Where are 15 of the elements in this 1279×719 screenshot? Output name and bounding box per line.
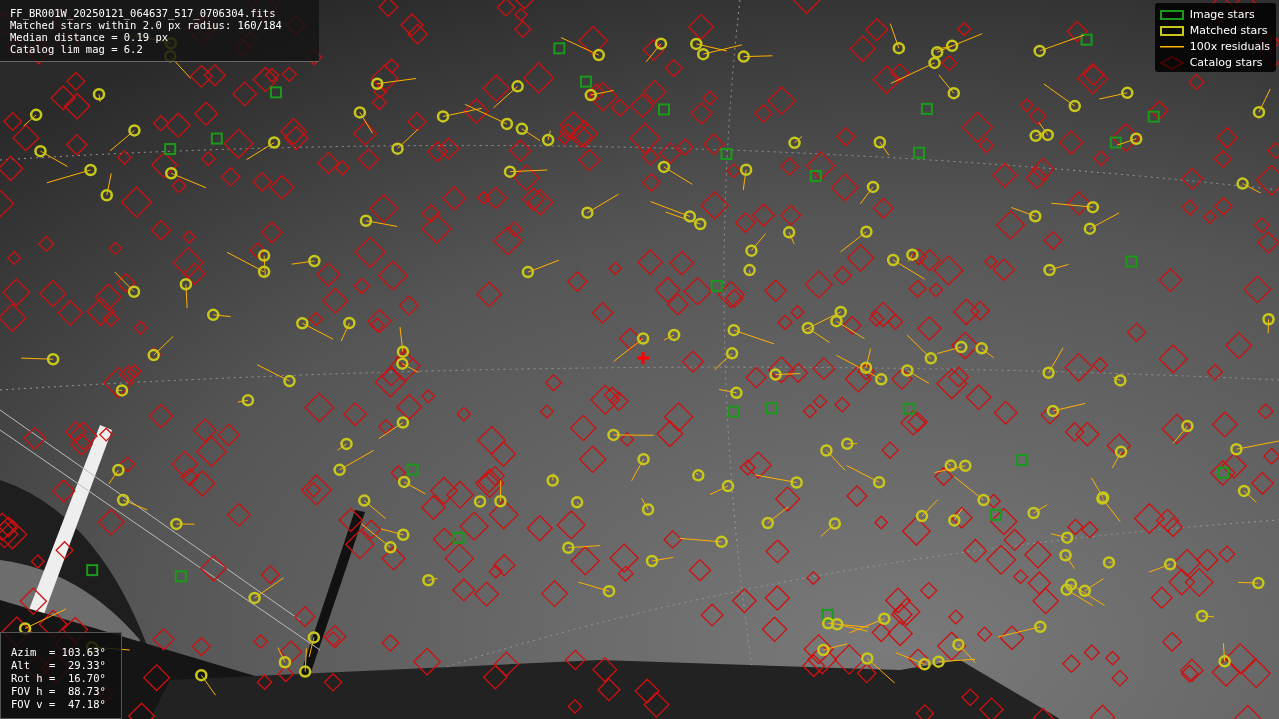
pointing-text: FOV v = 47.18° [11, 698, 107, 710]
pointing-text: FOV h = 88.73° [11, 685, 107, 697]
pointing-text: Rot h = 16.70° [11, 672, 107, 684]
info-text: FF_BR001W_20250121_064637_517_0706304.fits [10, 7, 277, 19]
info-text: Catalog lim mag = 6.2 [10, 43, 144, 55]
line-icon [1159, 45, 1184, 48]
legend-label: Catalog stars [1189, 56, 1263, 69]
info-text: Matched stars within 2.0 px radius: 160/184 [10, 19, 283, 31]
diamond-icon [1159, 55, 1184, 70]
pointing-text: Azim = 103.63° [11, 646, 107, 658]
info-text: Median distance = 0.19 px [10, 31, 170, 43]
legend-label: 100x residuals [1189, 40, 1270, 53]
pointing-text: Alt = 29.33° [11, 659, 107, 671]
legend-label: Image stars [1189, 8, 1255, 21]
legend-label: Matched stars [1189, 24, 1268, 37]
